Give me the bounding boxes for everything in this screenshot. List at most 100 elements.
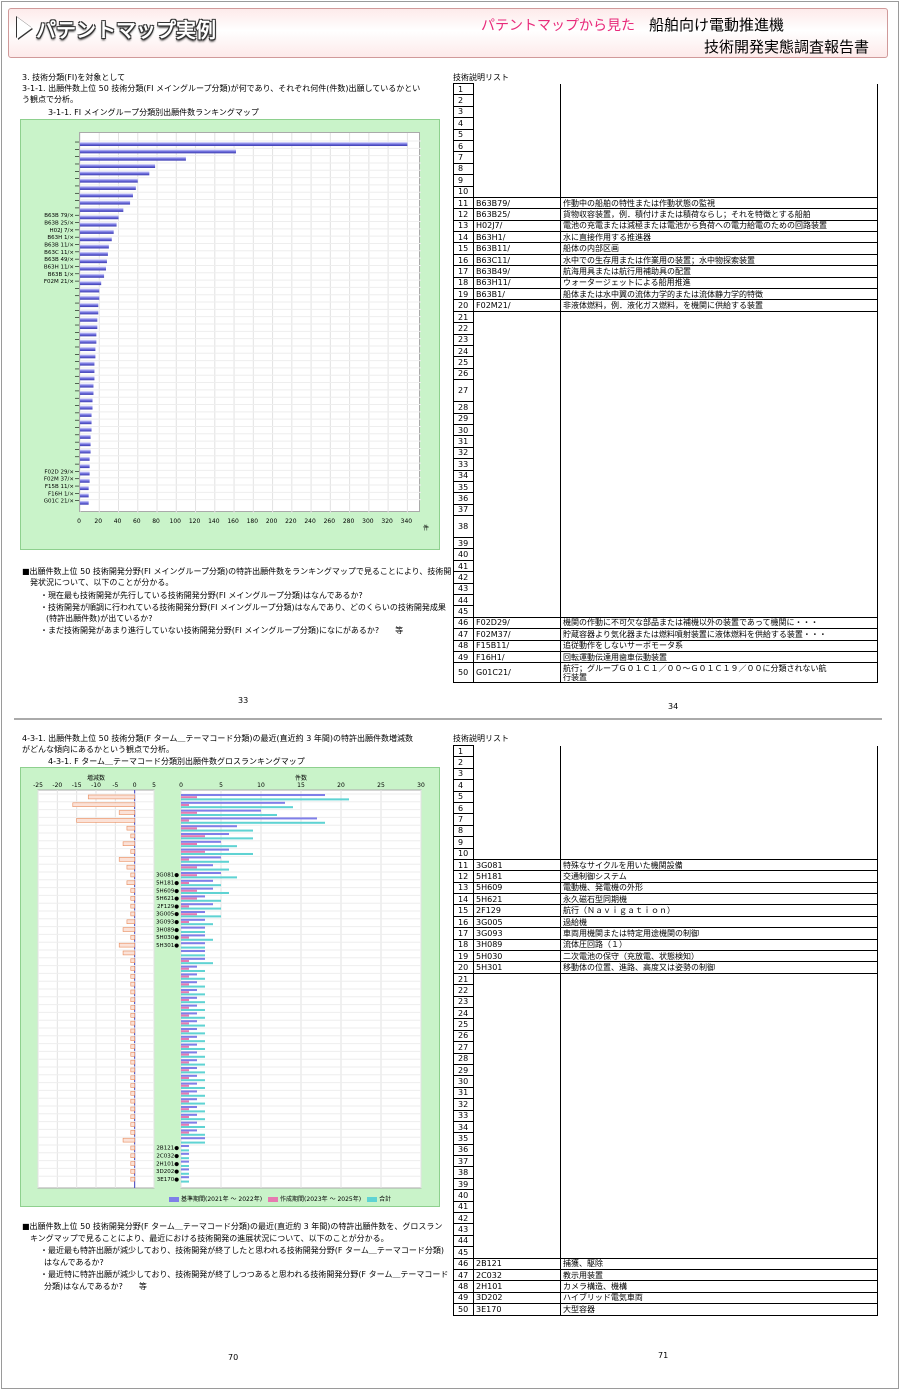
row-number: 34: [453, 469, 474, 482]
count-bar: [181, 907, 221, 910]
count-bar: [181, 796, 197, 799]
table-row: 19 B63B1/船体または水中翼の流体力学的または流体静力学的特徴: [453, 288, 878, 301]
table-row: 27: [453, 1041, 878, 1054]
count-bar: [181, 860, 229, 863]
count-bar: [181, 825, 237, 828]
table-row: 39: [453, 1177, 878, 1191]
fi-bar: [80, 486, 89, 491]
legend-base: 基準期間(2021年 ～ 2022年): [169, 1194, 262, 1203]
row-code: [473, 1041, 561, 1054]
row-description: [560, 94, 878, 107]
change-bar: [126, 864, 135, 870]
count-bar: [181, 1030, 189, 1033]
row-description: [560, 984, 878, 997]
category-label: B63B 79/×: [44, 213, 74, 219]
fi-bar: [80, 281, 102, 286]
row-description: 永久磁石型同期機: [560, 893, 878, 906]
table-row: 35: [453, 480, 878, 494]
table-row: 5: [453, 790, 878, 803]
table-row: 18 B63H11/ウォータージェットによる船用推進: [453, 276, 878, 290]
row-code: [473, 1178, 561, 1190]
row-description-line2: 行装置: [563, 672, 587, 682]
row-description: [560, 548, 878, 561]
change-bar: [118, 810, 135, 815]
table-row: 44: [453, 1234, 878, 1248]
table-row: 10: [453, 185, 878, 198]
fi-ranking-bars: [79, 133, 421, 513]
legend-recent: 作成期間(2023年 ～ 2025年): [268, 1194, 361, 1203]
category-label: 2B121●: [156, 1146, 179, 1152]
page-number-33: 33: [238, 696, 249, 705]
row-description: 大型容器: [560, 1303, 878, 1316]
tech-list-title-71: 技術説明リスト: [453, 734, 509, 743]
category-label: B63B 49/×: [44, 257, 74, 263]
count-bar: [181, 1076, 189, 1080]
row-code: [473, 94, 561, 107]
row-code: B63B79/: [473, 196, 561, 210]
fi-bar: [80, 317, 98, 322]
change-bar: [130, 1145, 135, 1151]
count-bar: [181, 1004, 197, 1007]
page-header: パテントマップ実例 パテントマップから見た 船舶向け電動推進機 技術開発実態調査…: [8, 8, 888, 58]
row-code: 2F129: [473, 904, 561, 917]
fi-bar: [80, 339, 97, 344]
count-bar: [181, 975, 189, 978]
table-row: 31: [453, 1086, 878, 1100]
row-description: [560, 401, 878, 414]
row-code: F02M37/: [473, 628, 561, 641]
row-description: [560, 481, 878, 493]
ranking-chart-frame: B63B 79/× B63B 25/× H02J 7/× B63H 1/× B63B 1…: [20, 119, 440, 550]
row-code: [473, 1018, 561, 1031]
count-bar: [181, 1098, 197, 1101]
fi-bar: [80, 229, 114, 234]
tech-list-title-34: 技術説明リスト: [453, 73, 509, 82]
count-bar: [181, 811, 197, 814]
category-label: 5H181●: [156, 880, 179, 886]
fterm-gross-ranking: -25 -20 -15 -10 -5 0 5 0 5 10 15 20 25 30増減数 件数3G081●5…: [33, 774, 425, 1189]
section-title: パテントマップ実例: [17, 13, 247, 43]
row-code: [473, 560, 561, 572]
count-bar: [181, 881, 189, 885]
count-bar: [181, 1092, 189, 1095]
table-row: 37: [453, 1155, 878, 1168]
change-bar: [130, 958, 135, 964]
row-code: B63B49/: [473, 265, 561, 278]
row-number: 14: [453, 231, 474, 244]
change-bar: [122, 1137, 135, 1143]
row-code: F16H1/: [473, 650, 561, 664]
row-description: 水に直接作用する推進器: [560, 231, 878, 244]
table-row: 1: [453, 744, 878, 758]
page-number-70: 70: [228, 1353, 239, 1362]
table-row: 44: [453, 593, 878, 607]
count-bar: [181, 1014, 189, 1017]
row-code: [473, 825, 561, 837]
count-bar: [181, 936, 189, 939]
fi-bar: [80, 310, 99, 315]
count-bar: [181, 1164, 189, 1167]
fi-bar: [80, 420, 92, 425]
summary70-line1: ■出願件数上位 50 技術開発分野(F ターム＿テーマコード分類)の最近(直近約…: [22, 1222, 443, 1231]
count-bar: [181, 1118, 205, 1121]
count-bar: [181, 1160, 189, 1163]
x-tick-label: 180: [247, 518, 259, 525]
table-row: 47 F02M37/貯蔵容器より気化器または燃料噴射装置に液体燃料を供給する装置・…: [453, 628, 878, 641]
row-code: [473, 1053, 561, 1065]
category-label: B63H 11/×: [44, 264, 74, 270]
row-description: [560, 515, 878, 538]
point70-2: ・最近特に特許出願が減少しており、技術開発が終了しつつあると思われる技術開発分野…: [40, 1270, 449, 1279]
change-bar: [122, 950, 135, 956]
count-bar: [181, 1043, 197, 1046]
count-bar: [181, 850, 205, 853]
count-bar: [181, 806, 293, 809]
table-row: 8: [453, 162, 878, 176]
change-tick-label: -20: [52, 782, 62, 789]
row-code: 2C032: [473, 1268, 561, 1282]
row-number: 44: [453, 1234, 474, 1248]
count-bar: [181, 1074, 197, 1077]
count-bar: [181, 1086, 205, 1089]
row-number: 29: [453, 1063, 474, 1077]
category-label: B63B 11/×: [44, 243, 74, 249]
row-number: 38: [453, 515, 474, 539]
x-tick-label: 340: [401, 518, 413, 525]
fi-bar: [80, 478, 90, 483]
